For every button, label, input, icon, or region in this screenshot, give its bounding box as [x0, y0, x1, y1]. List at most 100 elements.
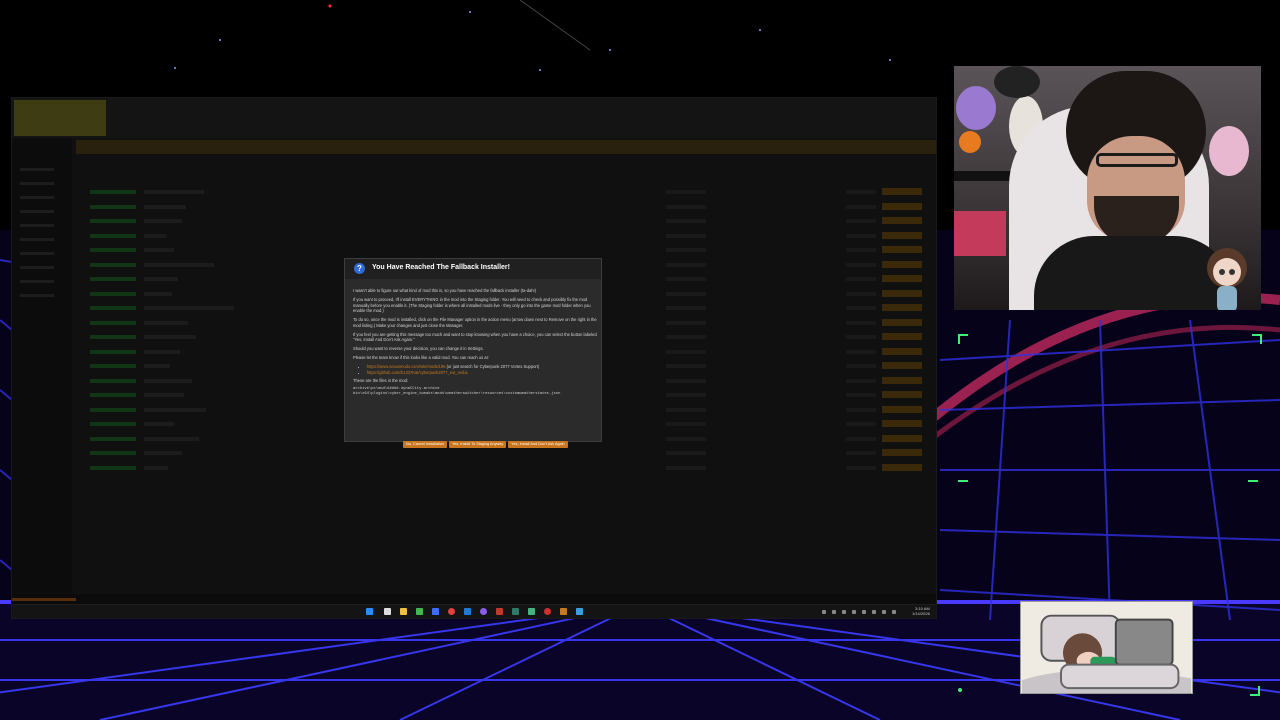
mod-action-button[interactable] [882, 275, 922, 282]
sleeping-cartoon-overlay [1020, 601, 1193, 694]
mod-date [846, 190, 876, 194]
enabled-status-badge[interactable] [90, 291, 136, 296]
enabled-status-badge[interactable] [90, 465, 136, 470]
mod-row[interactable] [86, 202, 926, 211]
sidebar-item[interactable] [20, 182, 54, 185]
mod-action-button[interactable] [882, 217, 922, 224]
tray-chevron-icon[interactable] [822, 610, 826, 614]
chrome-icon[interactable] [448, 608, 455, 615]
mod-action-button[interactable] [882, 289, 922, 297]
enabled-status-badge[interactable] [90, 277, 136, 281]
sidebar-item[interactable] [20, 280, 54, 283]
enabled-status-badge[interactable] [90, 248, 136, 252]
mod-action-button[interactable] [882, 260, 922, 268]
mod-action-button[interactable] [882, 202, 922, 210]
vortex-icon[interactable] [560, 608, 567, 615]
mod-row[interactable] [86, 217, 926, 225]
enabled-status-badge[interactable] [90, 320, 136, 325]
app-icon[interactable] [528, 608, 535, 615]
tray-icon[interactable] [862, 610, 866, 614]
mod-version [666, 233, 706, 238]
enabled-status-badge[interactable] [90, 190, 136, 194]
mod-action-button[interactable] [882, 188, 922, 195]
search-icon[interactable] [384, 608, 391, 615]
mod-date [846, 248, 876, 252]
mod-action-button[interactable] [882, 405, 922, 413]
app-icon[interactable] [464, 608, 471, 615]
enabled-status-badge[interactable] [90, 233, 136, 238]
enabled-status-badge[interactable] [90, 335, 136, 339]
enabled-status-badge[interactable] [90, 349, 136, 354]
enabled-status-badge[interactable] [90, 306, 136, 310]
app-icon[interactable] [416, 608, 423, 615]
mod-name [144, 306, 234, 310]
tray-icon[interactable] [852, 610, 856, 614]
app-icon[interactable] [432, 608, 439, 615]
volume-icon[interactable] [872, 610, 876, 614]
mod-row[interactable] [86, 231, 926, 240]
enabled-status-badge[interactable] [90, 393, 136, 397]
enabled-status-badge[interactable] [90, 378, 136, 383]
mod-action-button[interactable] [882, 463, 922, 471]
mod-action-button[interactable] [882, 246, 922, 253]
mod-action-button[interactable] [882, 362, 922, 369]
mod-row[interactable] [86, 449, 926, 457]
enabled-status-badge[interactable] [90, 204, 136, 209]
mod-action-button[interactable] [882, 304, 922, 311]
enabled-status-badge[interactable] [90, 451, 136, 455]
frame-corner [958, 480, 968, 490]
mod-date [846, 436, 876, 441]
enabled-status-badge[interactable] [90, 364, 136, 368]
mod-row[interactable] [86, 188, 926, 196]
github-link[interactable]: https://github.com/E1337Kat/cyberpunk207… [367, 370, 468, 375]
install-dont-ask-again-button[interactable]: Yes, Install And Don't Ask Again [508, 441, 568, 448]
windows-start-icon[interactable] [366, 608, 373, 615]
enabled-status-badge[interactable] [90, 262, 136, 267]
mod-date [846, 364, 876, 368]
enabled-status-badge[interactable] [90, 422, 136, 426]
mod-row[interactable] [86, 463, 926, 472]
battery-icon[interactable] [892, 610, 896, 614]
sidebar-item[interactable] [20, 224, 54, 227]
question-icon: ? [354, 263, 365, 274]
sidebar-item[interactable] [20, 252, 54, 255]
file-explorer-icon[interactable] [400, 608, 407, 615]
mod-version [666, 335, 706, 339]
discord-icon[interactable] [480, 608, 487, 615]
network-icon[interactable] [882, 610, 886, 614]
app-icon[interactable] [496, 608, 503, 615]
captured-desktop: ? You Have Reached The Fallback Installe… [12, 98, 936, 618]
sidebar-item[interactable] [20, 294, 54, 297]
cancel-installation-button[interactable]: No, Cancel Installation [403, 441, 447, 448]
steam-icon[interactable] [512, 608, 519, 615]
mod-action-button[interactable] [882, 318, 922, 326]
sidebar-item[interactable] [20, 168, 54, 171]
sidebar-item[interactable] [20, 196, 54, 199]
enabled-status-badge[interactable] [90, 407, 136, 412]
mod-action-button[interactable] [882, 231, 922, 239]
enabled-status-badge[interactable] [90, 436, 136, 441]
frame-corner [958, 334, 968, 344]
app-icon[interactable] [576, 608, 583, 615]
vortex-topbar [12, 98, 936, 138]
obs-icon[interactable] [544, 608, 551, 615]
mod-version [666, 277, 706, 281]
install-to-staging-button[interactable]: Yes, Install To Staging Anyway [449, 441, 507, 448]
taskbar-clock[interactable]: 3:10 AM 1/14/2026 [912, 606, 930, 616]
mod-action-button[interactable] [882, 434, 922, 442]
sidebar-item[interactable] [20, 266, 54, 269]
mod-action-button[interactable] [882, 347, 922, 355]
nexus-link[interactable]: https://www.nexusmods.com/site/mods/196 [367, 364, 446, 369]
tray-icon[interactable] [842, 610, 846, 614]
mod-action-button[interactable] [882, 391, 922, 398]
mod-action-button[interactable] [882, 449, 922, 456]
mod-action-button[interactable] [882, 333, 922, 340]
mod-date [846, 335, 876, 339]
mod-row[interactable] [86, 246, 926, 254]
sidebar-item[interactable] [20, 238, 54, 241]
mod-action-button[interactable] [882, 376, 922, 384]
sidebar-item[interactable] [20, 210, 54, 213]
tray-icon[interactable] [832, 610, 836, 614]
enabled-status-badge[interactable] [90, 219, 136, 223]
mod-action-button[interactable] [882, 420, 922, 427]
